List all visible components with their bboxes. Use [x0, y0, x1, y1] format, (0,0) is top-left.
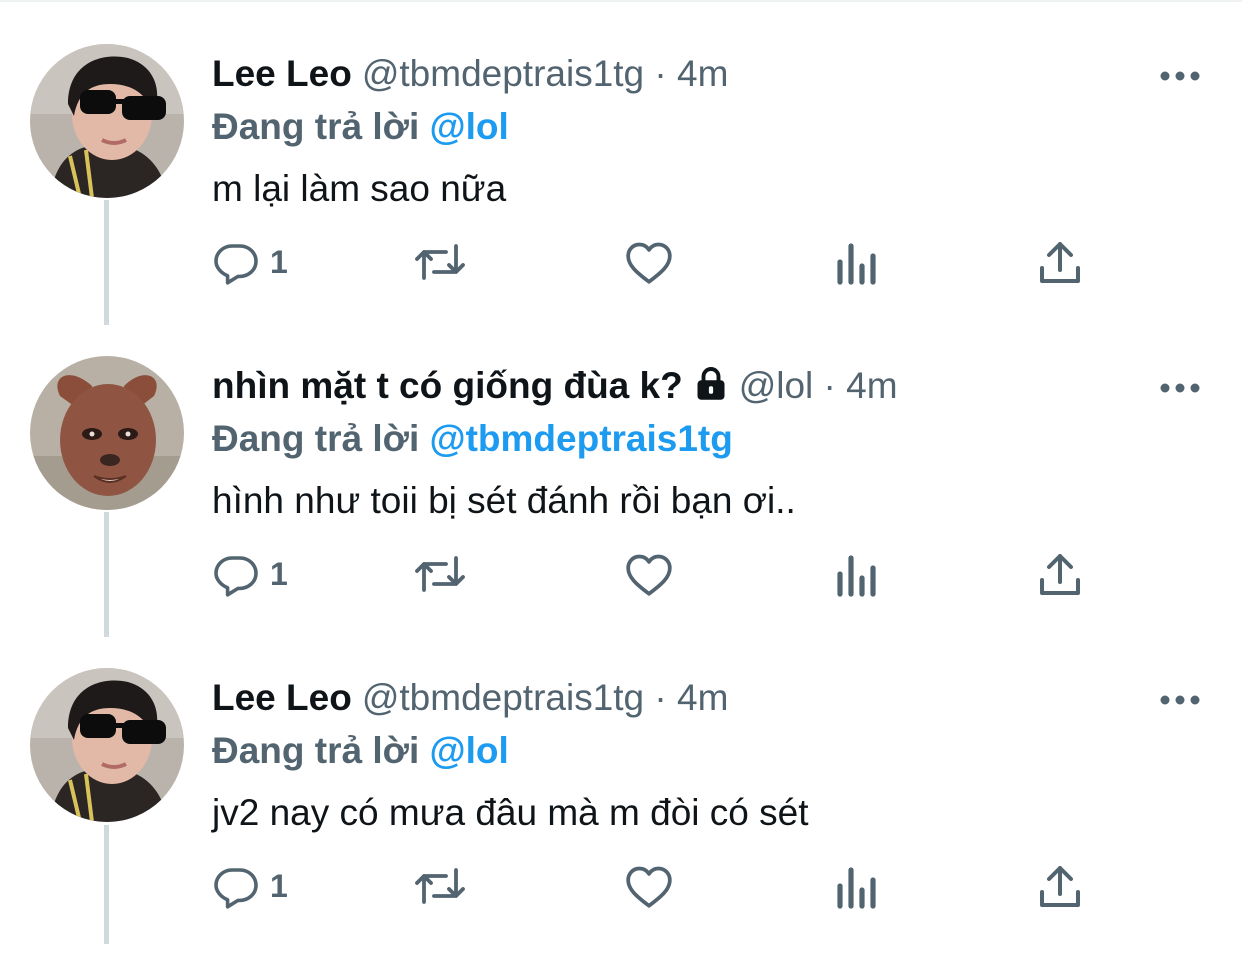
heart-icon — [624, 862, 674, 910]
more-horizontal-icon[interactable] — [1158, 688, 1202, 712]
replying-to: Đang trả lời @lol — [212, 726, 509, 776]
display-name[interactable]: Lee Leo — [212, 53, 352, 94]
reply-count: 1 — [270, 243, 288, 280]
like-button[interactable] — [624, 546, 674, 602]
mention-link[interactable]: @lol — [430, 106, 509, 147]
retweet-icon — [412, 238, 468, 286]
tweet-header: Lee Leo @tbmdeptrais1tg · 4m — [212, 673, 728, 723]
views-button[interactable] — [834, 234, 878, 290]
reply-bubble-icon — [212, 862, 260, 910]
share-upload-icon — [1038, 550, 1082, 598]
tweet-actions: 1 — [212, 234, 1112, 290]
display-name[interactable]: nhìn mặt t có giống đùa k? — [212, 365, 683, 406]
tweet[interactable]: Lee Leo @tbmdeptrais1tg · 4m Đang trả lời… — [0, 44, 1242, 354]
reply-button[interactable]: 1 — [212, 858, 288, 914]
tweet[interactable]: Lee Leo @tbmdeptrais1tg · 4m Đang trả lời… — [0, 668, 1242, 978]
handle-and-time[interactable]: @tbmdeptrais1tg · 4m — [362, 677, 729, 718]
replying-to-label: Đang trả lời — [212, 418, 420, 459]
share-upload-icon — [1038, 238, 1082, 286]
top-divider — [0, 0, 1242, 2]
tweet-text: jv2 nay có mưa đâu mà m đòi có sét — [212, 792, 809, 833]
reply-bubble-icon — [212, 238, 260, 286]
replying-to: Đang trả lời @lol — [212, 102, 509, 152]
more-horizontal-icon[interactable] — [1158, 376, 1202, 400]
share-button[interactable] — [1038, 234, 1082, 290]
avatar-lee-leo[interactable] — [30, 44, 184, 198]
retweet-icon — [412, 550, 468, 598]
retweet-button[interactable] — [412, 858, 468, 914]
retweet-icon — [412, 862, 468, 910]
analytics-icon — [834, 238, 878, 286]
views-button[interactable] — [834, 546, 878, 602]
mention-link[interactable]: @tbmdeptrais1tg — [430, 418, 733, 459]
share-upload-icon — [1038, 862, 1082, 910]
more-horizontal-icon[interactable] — [1158, 64, 1202, 88]
reply-bubble-icon — [212, 550, 260, 598]
tweet-header: nhìn mặt t có giống đùa k? @lol · 4m — [212, 361, 898, 411]
reply-button[interactable]: 1 — [212, 546, 288, 602]
replying-to: Đang trả lời @tbmdeptrais1tg — [212, 414, 733, 464]
analytics-icon — [834, 550, 878, 598]
display-name[interactable]: Lee Leo — [212, 677, 352, 718]
retweet-button[interactable] — [412, 546, 468, 602]
avatar-lee-leo[interactable] — [30, 668, 184, 822]
tweet-actions: 1 — [212, 858, 1112, 914]
tweet-header: Lee Leo @tbmdeptrais1tg · 4m — [212, 49, 728, 99]
handle-and-time[interactable]: @tbmdeptrais1tg · 4m — [362, 53, 729, 94]
avatar-dog-face[interactable] — [30, 356, 184, 510]
tweet-actions: 1 — [212, 546, 1112, 602]
reply-button[interactable]: 1 — [212, 234, 288, 290]
mention-link[interactable]: @lol — [430, 730, 509, 771]
reply-count: 1 — [270, 555, 288, 592]
tweet-text: m lại làm sao nữa — [212, 168, 507, 209]
heart-icon — [624, 238, 674, 286]
like-button[interactable] — [624, 234, 674, 290]
heart-icon — [624, 550, 674, 598]
tweet-text: hình như toii bị sét đánh rồi bạn ơi.. — [212, 480, 796, 521]
share-button[interactable] — [1038, 858, 1082, 914]
views-button[interactable] — [834, 858, 878, 914]
like-button[interactable] — [624, 858, 674, 914]
share-button[interactable] — [1038, 546, 1082, 602]
replying-to-label: Đang trả lời — [212, 106, 420, 147]
reply-count: 1 — [270, 867, 288, 904]
retweet-button[interactable] — [412, 234, 468, 290]
replying-to-label: Đang trả lời — [212, 730, 420, 771]
handle-and-time[interactable]: @lol · 4m — [739, 365, 898, 406]
analytics-icon — [834, 862, 878, 910]
lock-icon — [693, 365, 729, 415]
tweet[interactable]: nhìn mặt t có giống đùa k? @lol · 4m Đang… — [0, 356, 1242, 666]
